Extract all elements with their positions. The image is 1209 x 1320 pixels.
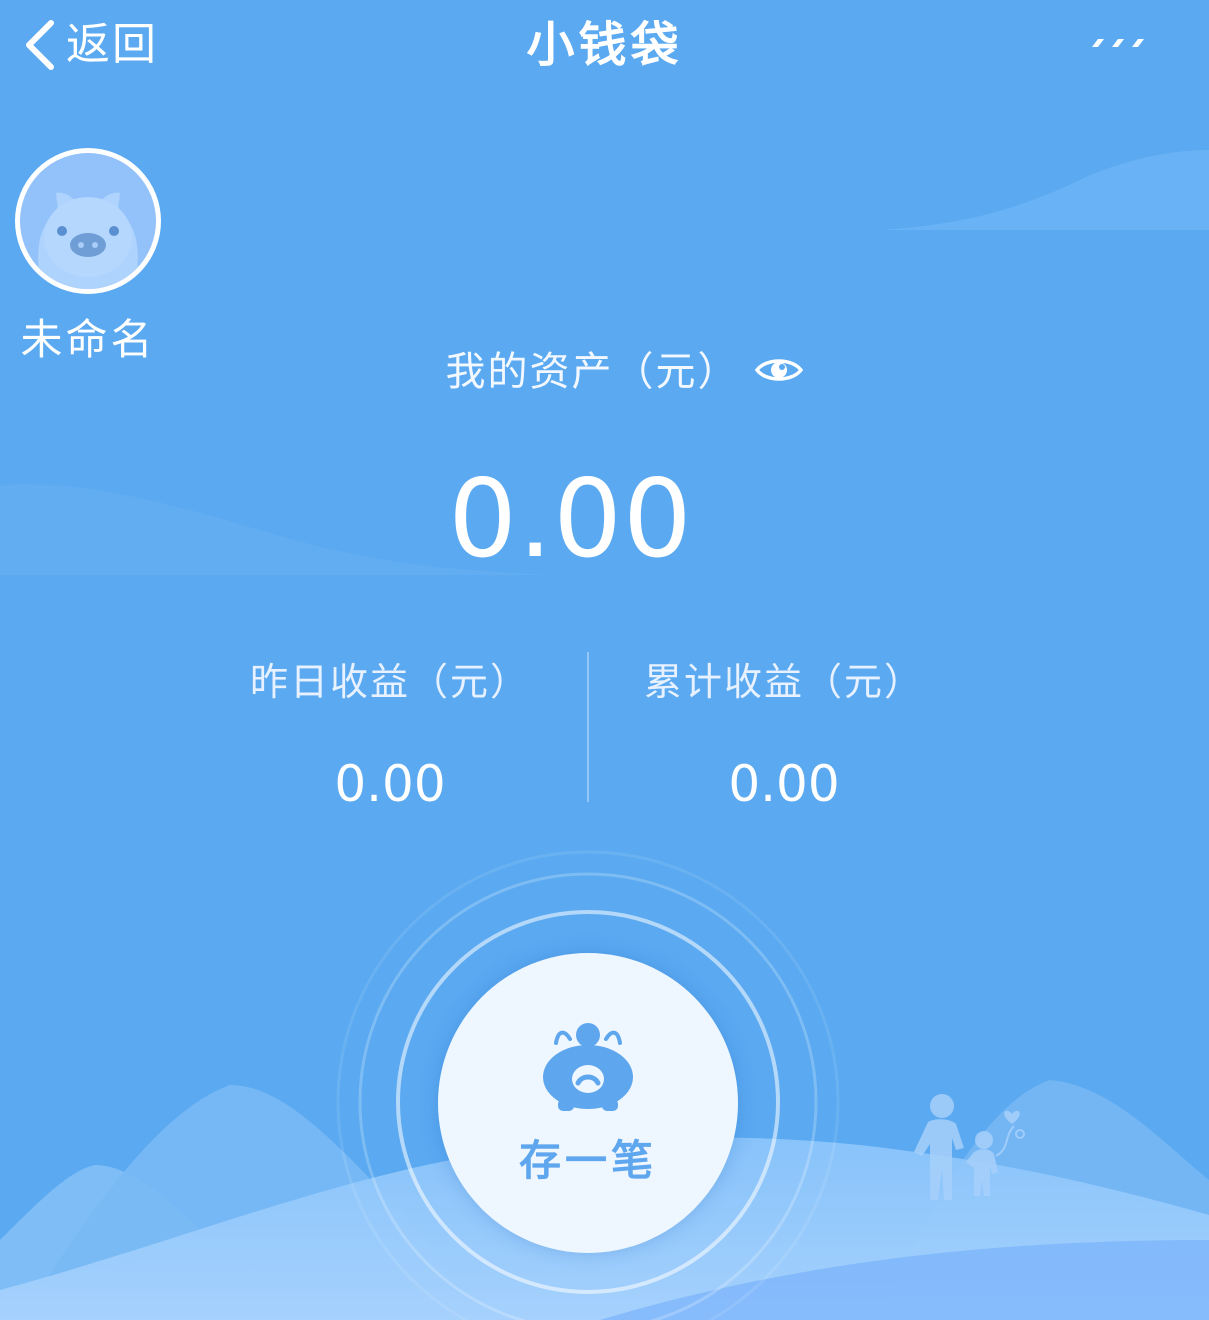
avatar[interactable] [15,148,161,294]
assets-value: 0.00 [448,457,693,582]
page-title: 小钱袋 [526,17,683,73]
deposit-button[interactable]: 存一笔 [438,953,738,1253]
total-earnings-label: 累计收益（元） [643,660,924,704]
total-earnings-value: 0.00 [728,755,840,813]
more-dots-icon [1082,39,1148,62]
assets-label: 我的资产（元） [445,349,740,395]
earnings-divider [587,652,589,802]
yesterday-earnings-label: 昨日收益（元） [249,660,530,704]
yesterday-earnings: 昨日收益（元） 0.00 [200,650,580,816]
piggy-bank-icon [540,1021,636,1121]
total-earnings: 累计收益（元） 0.00 [594,650,974,816]
eye-icon[interactable] [754,354,804,390]
deposit-label: 存一笔 [518,1136,657,1185]
yesterday-earnings-value: 0.00 [334,755,446,813]
assets-header: 我的资产（元） [0,340,1209,404]
more-button[interactable] [1082,28,1148,58]
family-illustration [914,1094,1025,1200]
